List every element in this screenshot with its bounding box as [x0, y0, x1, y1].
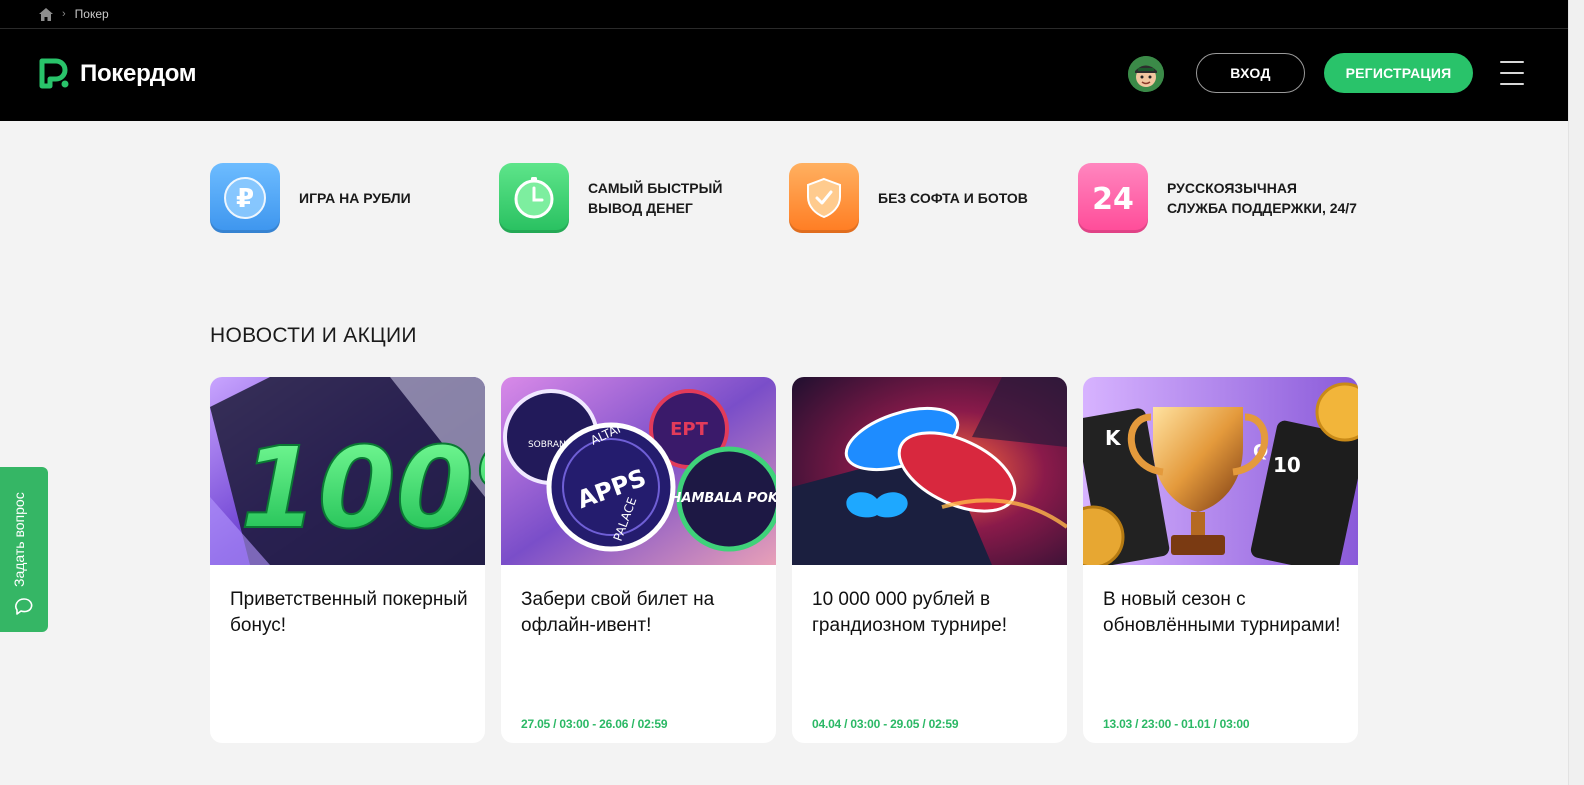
logo-text: Покердом [80, 59, 197, 87]
home-icon[interactable] [39, 7, 53, 21]
card-title: 10 000 000 рублей в грандиозном турнире! [812, 589, 1008, 636]
feature-label: БЕЗ СОФТА И БОТОВ [878, 190, 1028, 206]
card-image-trophy: K 10 Q [1083, 377, 1358, 565]
feature-fast-withdrawal: САМЫЙ БЫСТРЫЙ ВЫВОД ДЕНЕГ [499, 163, 778, 233]
feature-label: РУССКОЯЗЫЧНАЯ СЛУЖБА ПОДДЕРЖКИ, 24/7 [1167, 180, 1357, 216]
svg-text:24: 24 [1092, 182, 1134, 217]
news-card[interactable]: 100% Приветственный покерный бонус! [210, 377, 485, 743]
chip-ept-text: EPT [670, 419, 708, 440]
site-header: Покердом ВХОД РЕГИСТРАЦИЯ [0, 29, 1568, 121]
card-title: В новый сезон с обновлёнными турнирами! [1103, 589, 1341, 636]
news-section-title: НОВОСТИ И АКЦИИ [210, 324, 417, 347]
card-title: Забери свой билет на офлайн-ивент! [521, 589, 715, 636]
svg-text:₽: ₽ [236, 184, 254, 214]
card-image-tournament [792, 377, 1067, 565]
chip-shambala-text: SHAMBALA POKER [661, 491, 776, 506]
feature-label: САМЫЙ БЫСТРЫЙ ВЫВОД ДЕНЕГ [588, 180, 723, 216]
breadcrumb: › Покер [0, 0, 1568, 29]
logo-icon [39, 58, 69, 89]
ask-question-label: Задать вопрос [11, 492, 27, 587]
chevron-right-icon: › [62, 7, 66, 20]
breadcrumb-current: Покер [74, 7, 109, 21]
logo[interactable]: Покердом [39, 58, 197, 89]
news-card[interactable]: SOBRANIE EPT SHAMBALA POKER APPS ALTAI P… [501, 377, 776, 743]
ruble-icon: ₽ [210, 163, 280, 233]
card-image-bonus: 100% [210, 377, 485, 565]
register-button[interactable]: РЕГИСТРАЦИЯ [1324, 53, 1473, 93]
timer-icon [499, 163, 569, 233]
avatar[interactable] [1128, 56, 1164, 92]
card-image-bonus-text: 100% [240, 424, 485, 554]
news-card[interactable]: K 10 Q В новый сезон с обновлёнными турн… [1083, 377, 1358, 743]
24-icon: 24 [1078, 163, 1148, 233]
feature-rubles: ₽ ИГРА НА РУБЛИ [210, 163, 489, 233]
card-image-chips: SOBRANIE EPT SHAMBALA POKER APPS ALTAI P… [501, 377, 776, 565]
shield-icon [789, 163, 859, 233]
card-date: 04.04 / 03:00 - 29.05 / 02:59 [812, 717, 959, 731]
feature-support: 24 РУССКОЯЗЫЧНАЯ СЛУЖБА ПОДДЕРЖКИ, 24/7 [1078, 163, 1357, 233]
chat-icon [13, 595, 35, 622]
login-button[interactable]: ВХОД [1196, 53, 1305, 93]
menu-icon[interactable] [1500, 61, 1524, 85]
card-10-text: 10 [1273, 453, 1301, 477]
card-title: Приветственный покерный бонус! [230, 589, 468, 636]
feature-label: ИГРА НА РУБЛИ [299, 190, 411, 206]
card-k-text: K [1105, 426, 1122, 450]
card-date: 27.05 / 03:00 - 26.06 / 02:59 [521, 717, 668, 731]
ask-question-button[interactable]: Задать вопрос [0, 467, 48, 632]
news-card[interactable]: 10 000 000 рублей в грандиозном турнире!… [792, 377, 1067, 743]
feature-no-bots: БЕЗ СОФТА И БОТОВ [789, 163, 1068, 233]
scrollbar[interactable] [1568, 0, 1584, 785]
card-date: 13.03 / 23:00 - 01.01 / 03:00 [1103, 717, 1250, 731]
